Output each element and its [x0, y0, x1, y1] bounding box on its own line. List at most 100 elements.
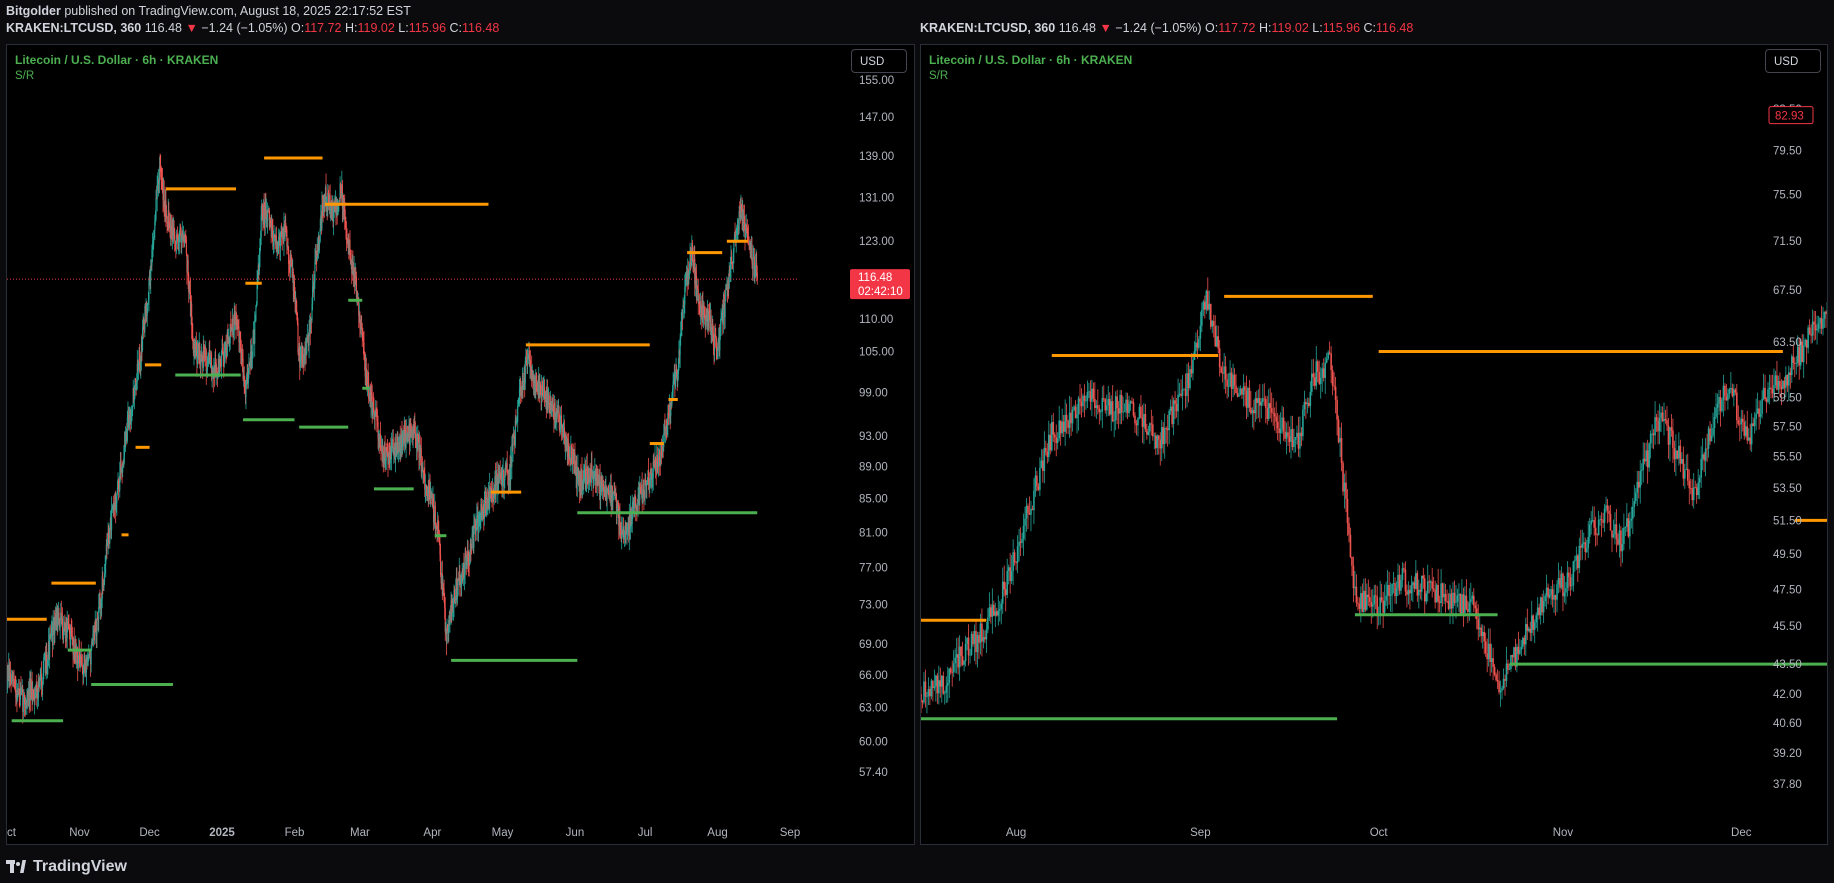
candle-body	[987, 617, 989, 630]
candle-body	[1128, 403, 1130, 414]
price-tick-label: 63.50	[1773, 337, 1802, 349]
candle-body	[1401, 568, 1404, 580]
open-value: 117.72	[304, 21, 342, 35]
candle-body	[1554, 594, 1557, 600]
candle-body	[254, 320, 256, 344]
candle-body	[1658, 417, 1661, 432]
candle-body	[1010, 570, 1013, 581]
candle-body	[1563, 592, 1566, 597]
candle-body	[1114, 396, 1117, 421]
candle-body	[1465, 595, 1468, 610]
candle-body	[1089, 391, 1092, 402]
last-price: 116.48	[144, 21, 182, 35]
price-tick-label: 131.00	[859, 192, 894, 204]
candle-body	[1220, 367, 1222, 373]
candle-body	[1575, 555, 1578, 561]
candle-body	[1464, 595, 1466, 613]
candle-body	[1822, 318, 1824, 329]
candle-body	[1144, 413, 1147, 430]
candle-body	[1819, 318, 1821, 324]
candle-body	[1104, 399, 1107, 411]
candle-body	[1645, 450, 1647, 462]
candle-body	[1165, 428, 1167, 429]
candle-body	[1755, 413, 1757, 419]
candle-body	[1186, 373, 1188, 396]
chart-panel-right[interactable]: 83.5079.5075.5071.5067.5063.5059.5057.50…	[920, 44, 1828, 845]
candle-body	[967, 637, 970, 656]
candle-body	[1587, 537, 1590, 549]
candle-body	[1792, 356, 1795, 363]
down-arrow-icon: ▼	[1099, 21, 1112, 35]
tradingview-logo[interactable]: TradingView	[6, 858, 127, 876]
candle-body	[1551, 589, 1554, 600]
candle-body	[1618, 530, 1621, 545]
chart-panel-left[interactable]: 155.00 147.00 139.00 131.00 123.00 110.00 105.…	[6, 44, 915, 845]
candle-body	[1296, 432, 1298, 438]
candle-body	[1214, 326, 1217, 347]
candle-body	[1596, 534, 1598, 536]
candle-body	[1019, 541, 1022, 543]
candle-body	[1007, 567, 1010, 571]
time-tick-label: Nov	[1553, 827, 1574, 839]
candle-body	[955, 654, 958, 658]
candle-body	[1519, 649, 1521, 654]
candle-body	[1736, 392, 1738, 421]
candle-body	[434, 505, 436, 528]
candle-body	[1291, 429, 1294, 447]
candle-body	[1160, 427, 1163, 449]
candle-body	[1682, 458, 1685, 479]
currency-button[interactable]: USD	[1765, 49, 1821, 73]
time-tick-label: Aug	[707, 827, 727, 839]
candle-body	[1606, 505, 1609, 511]
price-axis: 155.00 147.00 139.00 131.00 123.00 110.00 105.…	[859, 75, 894, 779]
candle-body	[1088, 391, 1090, 393]
close-label: C:	[449, 21, 463, 35]
candle-body	[1426, 581, 1429, 594]
candle-body	[1189, 369, 1191, 389]
candle-body	[1196, 342, 1199, 348]
candle-body	[1129, 401, 1132, 404]
ohlc-legend-right: KRAKEN:LTCUSD, 360 116.48 ▼ −1.24 (−1.05…	[920, 21, 1413, 35]
candle-body	[1676, 450, 1679, 459]
candle-body	[1740, 418, 1743, 425]
candle-body	[1480, 627, 1483, 637]
chart-canvas-right[interactable]: 83.5079.5075.5071.5067.5063.5059.5057.50…	[921, 45, 1828, 845]
candle-body	[1235, 385, 1237, 394]
candle-body	[1349, 534, 1352, 557]
candle-body	[1058, 420, 1060, 439]
low-value: 115.96	[1322, 21, 1361, 35]
author-name[interactable]: Bitgolder	[6, 4, 61, 18]
chart-canvas-left[interactable]: 155.00 147.00 139.00 131.00 123.00 110.00 105.…	[7, 45, 915, 845]
candle-body	[1689, 488, 1692, 490]
candle-body	[964, 643, 967, 662]
candle-body	[1585, 548, 1588, 552]
candle-body	[1024, 518, 1026, 526]
time-tick-label: Oct	[1370, 827, 1389, 839]
price-tick-label: 57.40	[859, 767, 888, 779]
price-tick-label: 37.80	[1773, 779, 1802, 791]
candle-body	[1080, 401, 1083, 407]
candle-body	[1813, 321, 1815, 325]
candle-body	[1579, 545, 1582, 548]
indicator-label[interactable]: S/R	[15, 70, 34, 82]
candle-body	[1079, 398, 1081, 402]
time-tick-label: Sep	[1190, 827, 1210, 839]
currency-button[interactable]: USD	[851, 49, 907, 73]
candle-body	[1504, 678, 1506, 681]
indicator-label[interactable]: S/R	[929, 70, 948, 82]
symbol-label[interactable]: KRAKEN:LTCUSD, 360	[920, 21, 1055, 35]
candle-body	[1688, 480, 1691, 489]
candle-body	[1331, 370, 1334, 386]
candle-body	[1406, 591, 1408, 595]
candle-body	[1820, 318, 1823, 329]
candle-body	[948, 668, 951, 684]
candle-body	[1108, 398, 1111, 415]
candle-body	[1636, 481, 1639, 493]
candle-body	[1804, 339, 1806, 346]
price-tick-label: 105.00	[859, 346, 894, 358]
candle-body	[1290, 429, 1292, 442]
candle-body	[1175, 403, 1178, 412]
symbol-label[interactable]: KRAKEN:LTCUSD, 360	[6, 21, 141, 35]
candle-body	[1211, 320, 1214, 327]
candle-body	[1692, 487, 1695, 501]
